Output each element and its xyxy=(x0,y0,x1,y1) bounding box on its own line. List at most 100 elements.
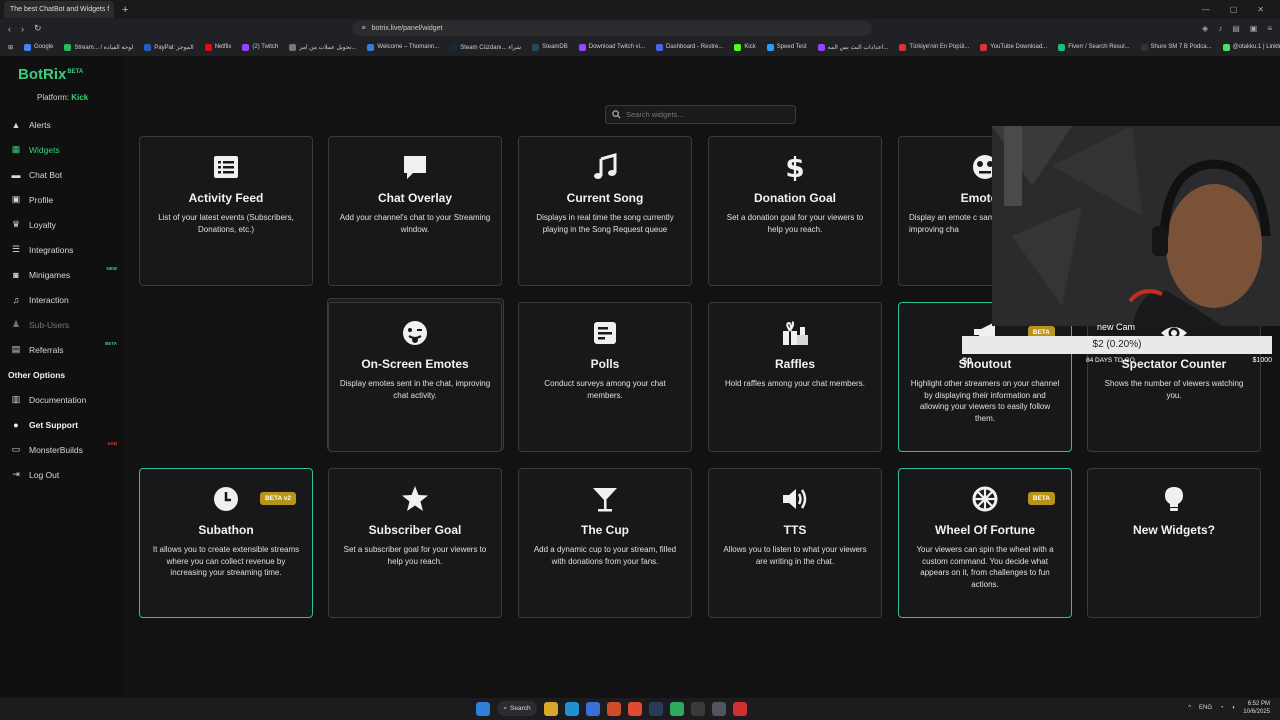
widget-card-the-cup[interactable]: The Cup Add a dynamic cup to your stream,… xyxy=(518,468,692,618)
bookmark-item[interactable]: Speed Test xyxy=(766,43,807,51)
browser-tab[interactable]: The best ChatBot and Widgets f ✕ xyxy=(4,1,114,18)
widget-card-raffles[interactable]: Raffles Hold raffles among your chat memb… xyxy=(708,302,882,452)
sidebar-item-interaction[interactable]: ♫ Interaction xyxy=(0,287,124,312)
goal-title: new Cam xyxy=(1097,322,1136,332)
widget-card-activity-feed[interactable]: Activity Feed List of your latest events … xyxy=(139,136,313,286)
bookmark-item[interactable]: Dashboard - Restre... xyxy=(656,43,723,51)
bookmark-item[interactable]: (2) Twitch xyxy=(242,43,278,51)
sidebar-item-sub-users[interactable]: ♟ Sub-Users xyxy=(0,312,124,337)
bookmark-item[interactable]: YouTube Download... xyxy=(980,43,1047,51)
sidebar-item-log-out[interactable]: ⇥ Log Out xyxy=(0,462,124,487)
search-widgets[interactable]: Search widgets... xyxy=(605,105,796,124)
minimize-icon[interactable]: — xyxy=(1202,5,1210,14)
sidebar-item-integrations[interactable]: ☰ Integrations xyxy=(0,237,124,262)
close-icon[interactable]: ✕ xyxy=(113,5,114,14)
apps-icon[interactable]: ⊞ xyxy=(8,44,13,51)
back-icon[interactable]: ‹ xyxy=(8,24,11,34)
bookmark-item[interactable]: Netflix xyxy=(204,43,231,51)
menu-icon[interactable]: ≡ xyxy=(1267,24,1272,33)
chrome-icon[interactable] xyxy=(607,701,621,716)
reload-icon[interactable]: ↻ xyxy=(34,23,42,34)
widget-card-subscriber-goal[interactable]: Subscriber Goal Set a subscriber goal for… xyxy=(328,468,502,618)
goal-max: $1000 xyxy=(1252,357,1272,364)
forward-icon[interactable]: › xyxy=(21,24,24,34)
widget-description: Set a subscriber goal for your viewers t… xyxy=(343,545,487,566)
extension-icon[interactable]: ◈ xyxy=(1202,24,1208,33)
wifi-icon[interactable]: ◔ xyxy=(1220,705,1224,711)
sidebar-item-label: Referrals xyxy=(29,344,64,355)
widget-card-new-widgets[interactable]: New Widgets? xyxy=(1087,468,1261,618)
system-tray: ^ ENG ◔ ◖ 6:52 PM 10/6/2025 xyxy=(1188,700,1270,716)
tab-bar: The best ChatBot and Widgets f ✕ + — ▢ ✕ xyxy=(0,0,1280,19)
sidebar-item-loyalty[interactable]: ♛ Loyalty xyxy=(0,212,124,237)
sidebar-nav: ▲ Alerts ▦ Widgets ▬ Chat Bot ▣ Profile ♛ Loyalty… xyxy=(0,112,124,487)
wallet-icon[interactable]: ▣ xyxy=(1250,24,1258,33)
start-icon[interactable] xyxy=(476,701,490,716)
bookmark-item[interactable]: Steam Cüzdanı... شراء xyxy=(450,43,521,51)
bookmark-item[interactable]: Fiverr / Search Resul... xyxy=(1058,43,1130,51)
new-tab-icon[interactable]: + xyxy=(122,4,128,16)
music-extension-icon[interactable]: ♪ xyxy=(1218,24,1222,33)
widget-card-tts[interactable]: TTS Allows you to listen to what your vie… xyxy=(708,468,882,618)
widget-card-current-song[interactable]: Current Song Displays in real time the so… xyxy=(518,136,692,286)
sidebar-item-get-support[interactable]: ● Get Support xyxy=(0,412,124,437)
bookmark-item[interactable]: Google xyxy=(24,43,53,51)
widget-description: Set a donation goal for your viewers to … xyxy=(726,213,864,234)
bookmark-item[interactable]: PayPal: الموجز xyxy=(144,43,194,51)
sidebar-item-minigames[interactable]: ◙ Minigames NEW xyxy=(0,262,124,287)
bookmark-item[interactable]: تحويل عملات من امر... xyxy=(289,43,356,51)
widget-title: Activity Feed xyxy=(188,191,264,205)
sidebar-item-monsterbuilds[interactable]: ▭ MonsterBuilds AAD xyxy=(0,437,124,462)
steam-icon[interactable] xyxy=(649,701,663,716)
sidebar-item-chat-bot[interactable]: ▬ Chat Bot xyxy=(0,162,124,187)
bookmark-item[interactable]: اعدادات البث بس المه... xyxy=(817,43,888,51)
bookmark-item[interactable]: Kick xyxy=(734,43,756,51)
bookmark-favicon-icon xyxy=(144,43,152,51)
taskbar-search[interactable]: ⌕ Search xyxy=(497,701,537,716)
volume-icon[interactable]: ◖ xyxy=(1232,705,1236,711)
bookmark-item[interactable]: @otakku.1 | Linktree xyxy=(1222,43,1280,51)
bookmark-item[interactable]: Download Twitch vi... xyxy=(578,43,646,51)
site-info-icon[interactable]: ≡ xyxy=(362,25,366,32)
edge-icon[interactable] xyxy=(565,701,579,716)
bookmark-item[interactable]: Welcome – Thomann... xyxy=(367,43,439,51)
maximize-icon[interactable]: ▢ xyxy=(1230,5,1238,14)
bookmark-favicon-icon xyxy=(289,43,297,51)
bookmark-item[interactable]: Stream... / لوحة القيادة xyxy=(64,43,133,51)
sidebar-item-label: Profile xyxy=(29,194,54,205)
obs-icon[interactable] xyxy=(712,701,726,716)
help-icon: ● xyxy=(13,419,19,430)
sidebar-item-label: Get Support xyxy=(29,419,79,430)
chat-icon: ▬ xyxy=(11,169,21,180)
clock[interactable]: 6:52 PM 10/6/2025 xyxy=(1243,700,1270,716)
bookmark-label: PayPal: الموجز xyxy=(154,44,194,51)
widget-card-chat-overlay[interactable]: Chat Overlay Add your channel's chat to y… xyxy=(328,136,502,286)
recorder-icon[interactable] xyxy=(733,701,747,716)
sidebar-toggle-icon[interactable]: ▤ xyxy=(1232,24,1240,33)
bookmark-item[interactable]: Shure SM 7 B Podca... xyxy=(1140,43,1212,51)
file-explorer-icon[interactable] xyxy=(544,701,558,716)
terminal-icon[interactable] xyxy=(691,701,705,716)
sidebar-item-alerts[interactable]: ▲ Alerts xyxy=(0,112,124,137)
close-window-icon[interactable]: ✕ xyxy=(1257,5,1264,14)
sidebar-item-widgets[interactable]: ▦ Widgets xyxy=(0,137,124,162)
widget-card-on-screen-emotes[interactable]: On-Screen Emotes Display emotes sent in t… xyxy=(328,302,502,452)
url-field[interactable]: ≡ botrix.live/panel/widget xyxy=(351,21,872,36)
bookmark-item[interactable]: Türkiye'nin En Popül... xyxy=(899,43,969,51)
app-icon[interactable] xyxy=(670,701,684,716)
widget-card-wheel-of-fortune[interactable]: Wheel Of Fortune Your viewers can spin th… xyxy=(898,468,1072,618)
brand-logo[interactable]: BotRixBETA xyxy=(18,66,83,83)
widget-card-subathon[interactable]: Subathon It allows you to create extensib… xyxy=(139,468,313,618)
sidebar-item-documentation[interactable]: ▥ Documentation xyxy=(0,387,124,412)
language-indicator[interactable]: ENG xyxy=(1199,705,1212,711)
sidebar-item-referrals[interactable]: ▤ Referrals BETA xyxy=(0,337,124,362)
widget-card-donation-goal[interactable]: $ Donation Goal Set a donation goal for yo… xyxy=(708,136,882,286)
widget-description: Conduct surveys among your chat members. xyxy=(544,379,666,400)
brave-icon[interactable] xyxy=(628,701,642,716)
widget-card-polls[interactable]: Polls Conduct surveys among your chat mem… xyxy=(518,302,692,452)
bookmark-item[interactable]: SteamDB xyxy=(532,43,568,51)
tray-chevron-icon[interactable]: ^ xyxy=(1188,705,1191,711)
sidebar-item-profile[interactable]: ▣ Profile xyxy=(0,187,124,212)
bookmark-label: Download Twitch vi... xyxy=(588,44,646,50)
store-icon[interactable] xyxy=(586,701,600,716)
